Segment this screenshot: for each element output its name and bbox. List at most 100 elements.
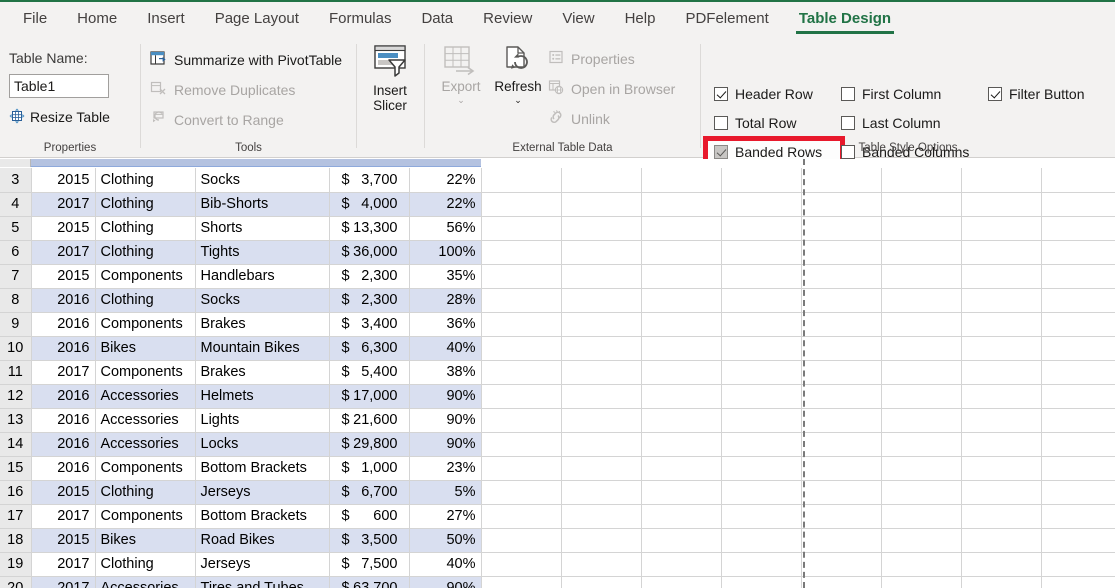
remove-duplicates-button[interactable]: Remove Duplicates [150, 80, 295, 100]
ribbon-tab-insert[interactable]: Insert [132, 2, 200, 36]
table-row[interactable]: 19 2017 Clothing Jerseys $7,500 40% [0, 552, 1115, 577]
row-header[interactable]: 11 [0, 360, 32, 385]
cell-empty[interactable] [881, 384, 962, 409]
cell-empty[interactable] [721, 240, 802, 265]
cell-empty[interactable] [561, 336, 642, 361]
cell-empty[interactable] [881, 168, 962, 193]
cell-empty[interactable] [801, 336, 882, 361]
table-row[interactable]: 20 2017 Accessories Tires and Tubes $63,700 9… [0, 576, 1115, 588]
row-header[interactable]: 3 [0, 168, 32, 193]
cell-percent[interactable]: 22% [409, 192, 482, 217]
ribbon-tab-review[interactable]: Review [468, 2, 547, 36]
cell-empty[interactable] [721, 264, 802, 289]
cell-empty[interactable] [1041, 168, 1115, 193]
row-header[interactable]: 6 [0, 240, 32, 265]
cell-year[interactable]: 2017 [31, 576, 96, 588]
cell-amount[interactable]: $4,000 [329, 192, 410, 217]
cell-empty[interactable] [881, 456, 962, 481]
export-button[interactable]: Export ⌄ [432, 44, 490, 105]
cell-empty[interactable] [881, 360, 962, 385]
cell-year[interactable]: 2015 [31, 216, 96, 241]
cell-year[interactable]: 2016 [31, 312, 96, 337]
cell-year[interactable]: 2016 [31, 336, 96, 361]
row-header[interactable]: 9 [0, 312, 32, 337]
cell-empty[interactable] [721, 384, 802, 409]
cell-category[interactable]: Clothing [95, 240, 196, 265]
row-header[interactable]: 7 [0, 264, 32, 289]
cell-percent[interactable]: 40% [409, 336, 482, 361]
cell-product[interactable]: Socks [195, 288, 330, 313]
cell-category[interactable]: Components [95, 312, 196, 337]
cell-percent[interactable]: 100% [409, 240, 482, 265]
cell-empty[interactable] [801, 408, 882, 433]
cell-year[interactable]: 2016 [31, 384, 96, 409]
cell-empty[interactable] [561, 384, 642, 409]
cell-empty[interactable] [481, 336, 562, 361]
cell-empty[interactable] [721, 360, 802, 385]
cell-empty[interactable] [801, 576, 882, 588]
cell-empty[interactable] [881, 408, 962, 433]
table-row[interactable]: 18 2015 Bikes Road Bikes $3,500 50% [0, 528, 1115, 553]
cell-category[interactable]: Clothing [95, 480, 196, 505]
cell-category[interactable]: Components [95, 504, 196, 529]
cell-percent[interactable]: 40% [409, 552, 482, 577]
cell-empty[interactable] [881, 312, 962, 337]
cell-empty[interactable] [641, 240, 722, 265]
convert-to-range-button[interactable]: Convert to Range [150, 110, 284, 130]
cell-empty[interactable] [481, 216, 562, 241]
cell-empty[interactable] [1041, 456, 1115, 481]
unlink-button[interactable]: Unlink [548, 109, 610, 128]
cell-empty[interactable] [961, 408, 1042, 433]
table-row[interactable]: 12 2016 Accessories Helmets $17,000 90% [0, 384, 1115, 409]
cell-empty[interactable] [961, 576, 1042, 588]
cell-empty[interactable] [1041, 408, 1115, 433]
cell-empty[interactable] [481, 408, 562, 433]
cell-empty[interactable] [721, 192, 802, 217]
cell-empty[interactable] [481, 192, 562, 217]
checkbox-header-row[interactable]: Header Row [714, 86, 813, 102]
table-row[interactable]: 9 2016 Components Brakes $3,400 36% [0, 312, 1115, 337]
cell-empty[interactable] [1041, 528, 1115, 553]
cell-percent[interactable]: 36% [409, 312, 482, 337]
checkbox-box[interactable] [714, 116, 728, 130]
cell-product[interactable]: Tights [195, 240, 330, 265]
ribbon-tab-data[interactable]: Data [406, 2, 468, 36]
cell-empty[interactable] [881, 216, 962, 241]
cell-category[interactable]: Clothing [95, 192, 196, 217]
cell-empty[interactable] [721, 528, 802, 553]
table-row[interactable]: 16 2015 Clothing Jerseys $6,700 5% [0, 480, 1115, 505]
cell-product[interactable]: Tires and Tubes [195, 576, 330, 588]
cell-empty[interactable] [481, 264, 562, 289]
cell-empty[interactable] [801, 432, 882, 457]
summarize-with-pivottable-button[interactable]: Summarize with PivotTable [150, 50, 342, 70]
cell-year[interactable]: 2017 [31, 360, 96, 385]
cell-empty[interactable] [881, 264, 962, 289]
cell-empty[interactable] [481, 456, 562, 481]
cell-empty[interactable] [641, 552, 722, 577]
cell-empty[interactable] [561, 408, 642, 433]
refresh-button[interactable]: Refresh ⌄ [489, 44, 547, 105]
table-row[interactable]: 4 2017 Clothing Bib-Shorts $4,000 22% [0, 192, 1115, 217]
cell-percent[interactable]: 56% [409, 216, 482, 241]
cell-empty[interactable] [561, 552, 642, 577]
row-header[interactable]: 13 [0, 408, 32, 433]
ribbon-tab-help[interactable]: Help [610, 2, 671, 36]
row-header[interactable]: 12 [0, 384, 32, 409]
cell-empty[interactable] [961, 528, 1042, 553]
cell-empty[interactable] [721, 552, 802, 577]
checkbox-box[interactable] [841, 116, 855, 130]
cell-amount[interactable]: $2,300 [329, 264, 410, 289]
cell-percent[interactable]: 50% [409, 528, 482, 553]
table-row[interactable]: 3 2015 Clothing Socks $3,700 22% [0, 168, 1115, 193]
cell-empty[interactable] [481, 384, 562, 409]
cell-percent[interactable]: 28% [409, 288, 482, 313]
cell-empty[interactable] [961, 288, 1042, 313]
open-in-browser-button[interactable]: Open in Browser [548, 79, 675, 98]
cell-amount[interactable]: $13,300 [329, 216, 410, 241]
checkbox-box[interactable] [841, 87, 855, 101]
cell-empty[interactable] [961, 240, 1042, 265]
cell-product[interactable]: Socks [195, 168, 330, 193]
cell-percent[interactable]: 5% [409, 480, 482, 505]
cell-empty[interactable] [561, 360, 642, 385]
cell-empty[interactable] [881, 528, 962, 553]
